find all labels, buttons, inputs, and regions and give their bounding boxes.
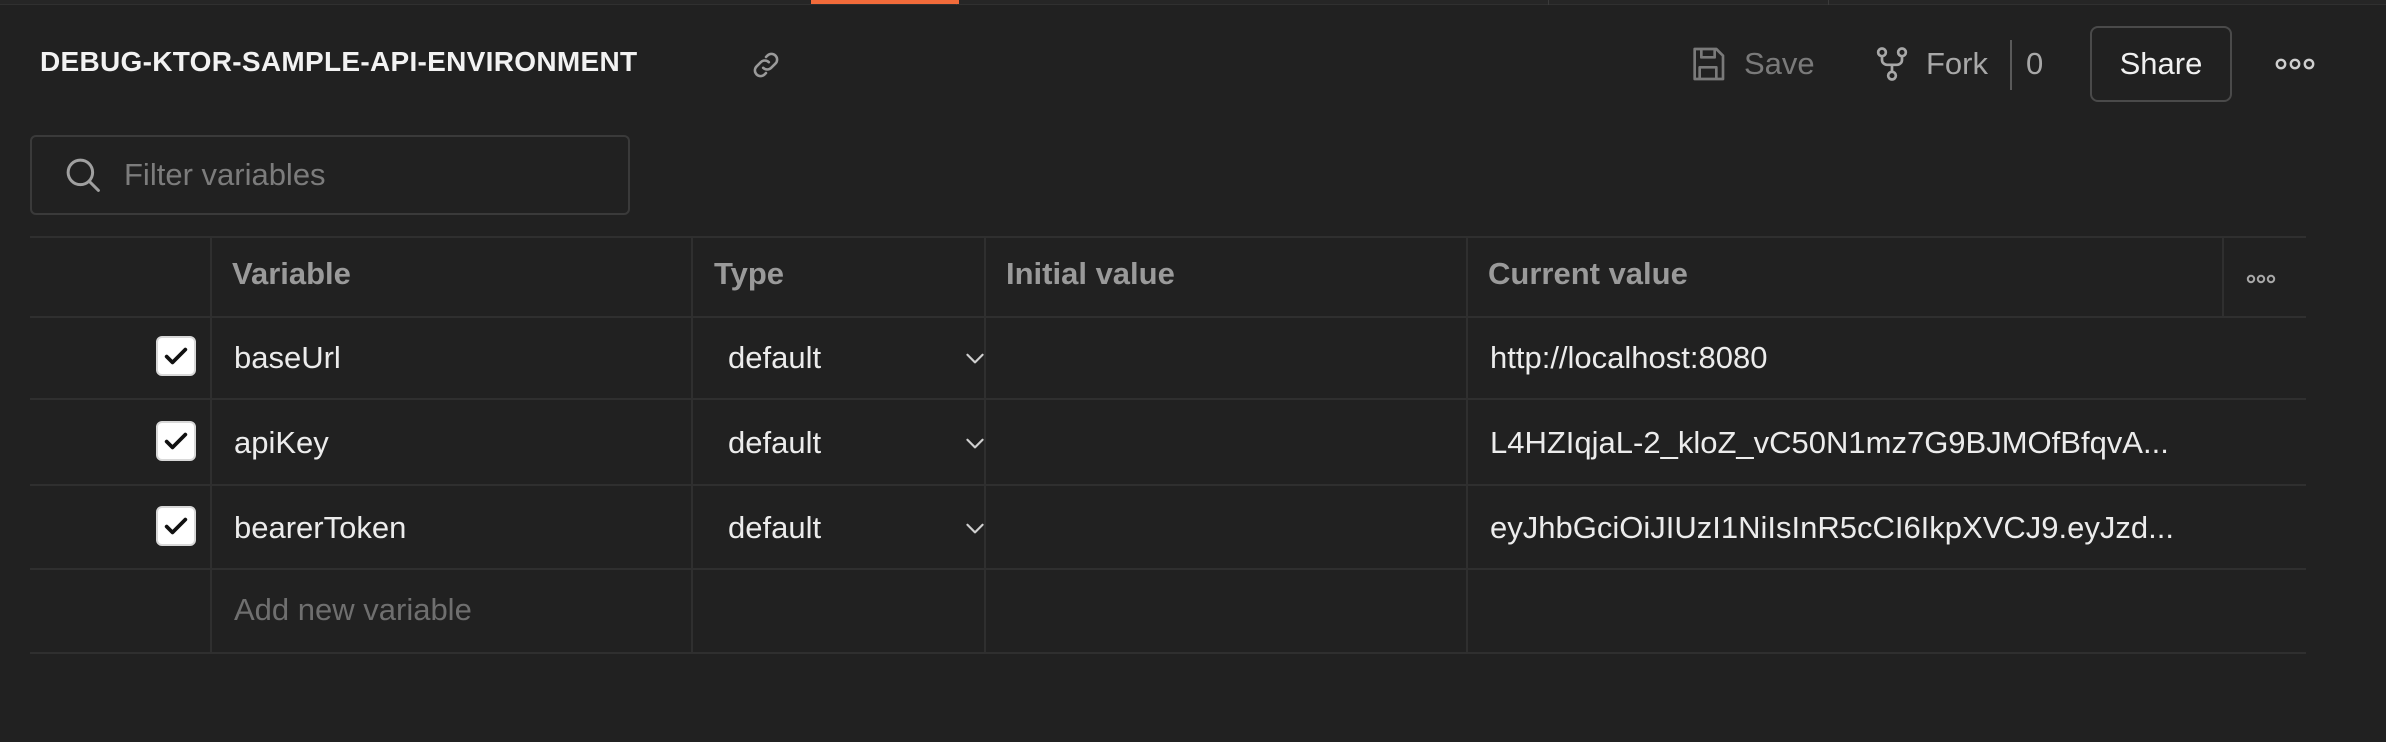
row-enabled-checkbox[interactable] bbox=[156, 421, 196, 461]
filter-variables-box[interactable] bbox=[30, 135, 630, 215]
chevron-down-icon bbox=[966, 523, 984, 534]
column-divider bbox=[1466, 236, 1468, 654]
chevron-down-icon bbox=[966, 438, 984, 449]
type-select[interactable]: default bbox=[728, 508, 988, 548]
more-icon bbox=[2275, 58, 2315, 70]
save-icon bbox=[1693, 47, 1725, 81]
share-button[interactable]: Share bbox=[2090, 26, 2232, 102]
tab-separator bbox=[1828, 0, 1829, 5]
column-header-variable[interactable]: Variable bbox=[232, 256, 351, 292]
column-header-type[interactable]: Type bbox=[714, 256, 784, 292]
column-divider bbox=[210, 236, 212, 654]
column-header-initial-value[interactable]: Initial value bbox=[1006, 256, 1175, 292]
table-border bbox=[30, 398, 2306, 400]
row-enabled-checkbox[interactable] bbox=[156, 336, 196, 376]
column-options-icon[interactable] bbox=[2246, 272, 2276, 286]
type-value: default bbox=[728, 425, 822, 460]
current-value[interactable]: http://localhost:8080 bbox=[1490, 340, 1767, 376]
checkmark-icon bbox=[164, 432, 188, 450]
table-border bbox=[30, 568, 2306, 570]
type-select[interactable]: default bbox=[728, 338, 988, 378]
type-select[interactable]: default bbox=[728, 423, 988, 463]
active-tab-indicator bbox=[811, 0, 959, 4]
fork-button[interactable]: Fork bbox=[1872, 42, 1988, 86]
top-tab-strip-border bbox=[0, 0, 2386, 5]
variable-name[interactable]: bearerToken bbox=[234, 510, 406, 546]
fork-icon bbox=[1876, 47, 1908, 81]
fork-label: Fork bbox=[1926, 46, 1988, 81]
search-icon bbox=[66, 158, 100, 192]
column-divider bbox=[2222, 236, 2224, 316]
fork-count[interactable]: 0 bbox=[2026, 42, 2043, 86]
table-border bbox=[30, 652, 2306, 654]
save-button[interactable]: Save bbox=[1688, 42, 1815, 86]
table-border bbox=[30, 484, 2306, 486]
filter-variables-input[interactable] bbox=[122, 156, 606, 194]
table-border bbox=[30, 316, 2306, 318]
link-icon[interactable] bbox=[749, 48, 783, 82]
type-value: default bbox=[728, 340, 822, 375]
fork-divider bbox=[2010, 40, 2012, 90]
current-value[interactable]: eyJhbGciOiJIUzI1NiIsInR5cCI6IkpXVCJ9.eyJ… bbox=[1490, 510, 2174, 546]
column-divider bbox=[691, 236, 693, 654]
checkmark-icon bbox=[164, 517, 188, 535]
save-label: Save bbox=[1744, 46, 1815, 81]
environment-title[interactable]: DEBUG-KTOR-SAMPLE-API-ENVIRONMENT bbox=[40, 46, 637, 78]
variable-name[interactable]: apiKey bbox=[234, 425, 329, 461]
add-new-variable-input[interactable]: Add new variable bbox=[234, 592, 472, 628]
column-header-current-value[interactable]: Current value bbox=[1488, 256, 1688, 292]
more-options-button[interactable] bbox=[2274, 50, 2316, 78]
tab-separator bbox=[1548, 0, 1549, 5]
checkmark-icon bbox=[164, 347, 188, 365]
variable-name[interactable]: baseUrl bbox=[234, 340, 341, 376]
chevron-down-icon bbox=[966, 353, 984, 364]
environment-editor: DEBUG-KTOR-SAMPLE-API-ENVIRONMENT Save F… bbox=[0, 0, 2386, 742]
current-value[interactable]: L4HZIqjaL-2_kloZ_vC50N1mz7G9BJMOfBfqvA..… bbox=[1490, 425, 2169, 461]
row-enabled-checkbox[interactable] bbox=[156, 506, 196, 546]
table-border bbox=[30, 236, 2306, 238]
type-value: default bbox=[728, 510, 822, 545]
